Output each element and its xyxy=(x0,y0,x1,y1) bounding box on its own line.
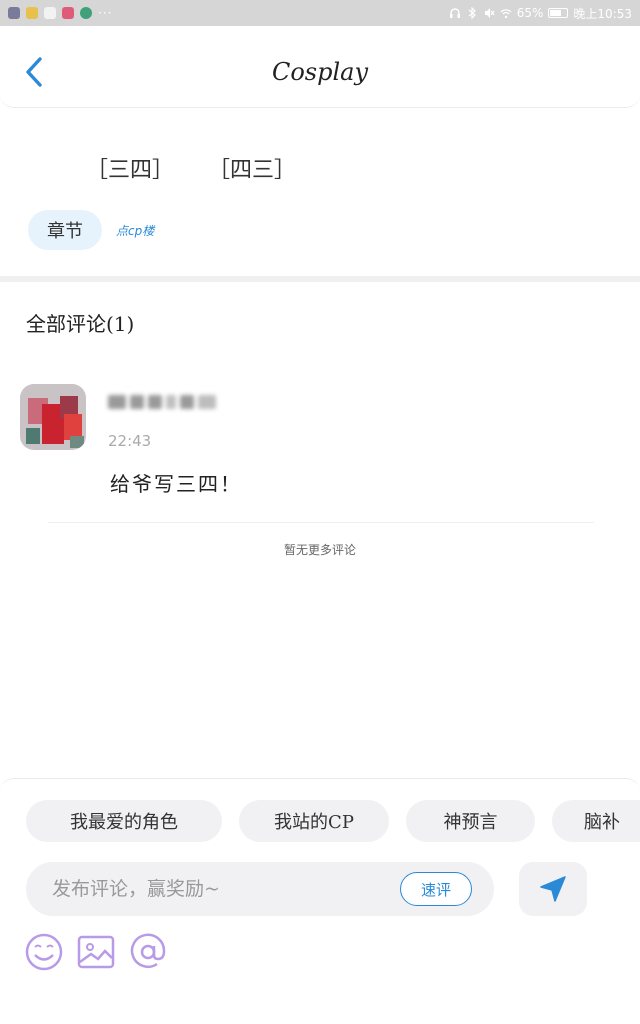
emoji-button[interactable] xyxy=(24,932,64,972)
send-button[interactable] xyxy=(519,862,587,916)
comment-text: 给爷写三四！ xyxy=(110,472,242,496)
status-more: ··· xyxy=(98,6,113,20)
comment-divider xyxy=(48,522,594,523)
pairing-label: ［四三］ xyxy=(208,158,297,183)
no-more-comments: 暂无更多评论 xyxy=(283,543,356,557)
status-bar: ··· 65% 晚上10:53 xyxy=(0,0,640,26)
send-arrow-icon xyxy=(540,876,566,902)
pairing-tags: ［三四］ ［四三］ xyxy=(86,152,296,184)
status-time: 晚上10:53 xyxy=(573,6,632,21)
quick-tag-prophecy[interactable]: 神预言 xyxy=(406,800,535,842)
quick-tag-imagination[interactable]: 脑补 xyxy=(552,800,640,842)
comment-time: 22:43 xyxy=(108,432,152,450)
image-button[interactable] xyxy=(76,932,116,972)
headphones-icon xyxy=(449,8,460,18)
notification-app-icon xyxy=(26,7,38,19)
wifi-icon xyxy=(500,9,512,19)
comment-username[interactable] xyxy=(108,392,228,412)
pairing-label: ［三四］ xyxy=(86,158,175,183)
notification-app-icon xyxy=(44,7,56,19)
status-bar-notifications: ··· xyxy=(8,6,112,20)
comments-header: 全部评论(1) xyxy=(26,312,135,336)
quick-tag-favorite-character[interactable]: 我最爱的角色 xyxy=(26,800,222,842)
at-icon xyxy=(130,933,166,969)
smiley-icon xyxy=(25,933,63,971)
battery-icon xyxy=(548,8,569,18)
cp-thread-link[interactable]: 点cp楼 xyxy=(116,222,154,239)
battery-percent: 65% xyxy=(516,6,544,20)
avatar[interactable] xyxy=(20,384,86,450)
page-title: Cosplay xyxy=(271,58,369,86)
notification-app-icon xyxy=(80,7,92,19)
username-blur xyxy=(148,395,162,409)
username-blur xyxy=(198,395,216,409)
comment-input-container: 速评 xyxy=(26,862,494,916)
quick-tag-my-cp[interactable]: 我站的CP xyxy=(239,800,389,842)
mention-button[interactable] xyxy=(128,932,168,972)
header-bar: Cosplay xyxy=(0,26,640,108)
image-icon xyxy=(77,935,115,969)
notification-app-icon xyxy=(62,7,74,19)
comment-input[interactable] xyxy=(52,862,392,916)
username-blur xyxy=(108,395,126,409)
quick-comment-button[interactable]: 速评 xyxy=(400,872,472,906)
username-blur xyxy=(130,395,144,409)
mute-icon xyxy=(484,8,495,18)
username-blur xyxy=(180,395,194,409)
username-blur xyxy=(166,395,176,409)
section-divider xyxy=(0,276,640,282)
notification-app-icon xyxy=(8,7,20,19)
status-bar-system: 65% 晚上10:53 xyxy=(449,5,632,22)
chapter-button[interactable]: 章节 xyxy=(28,210,102,250)
bluetooth-icon xyxy=(468,7,476,19)
